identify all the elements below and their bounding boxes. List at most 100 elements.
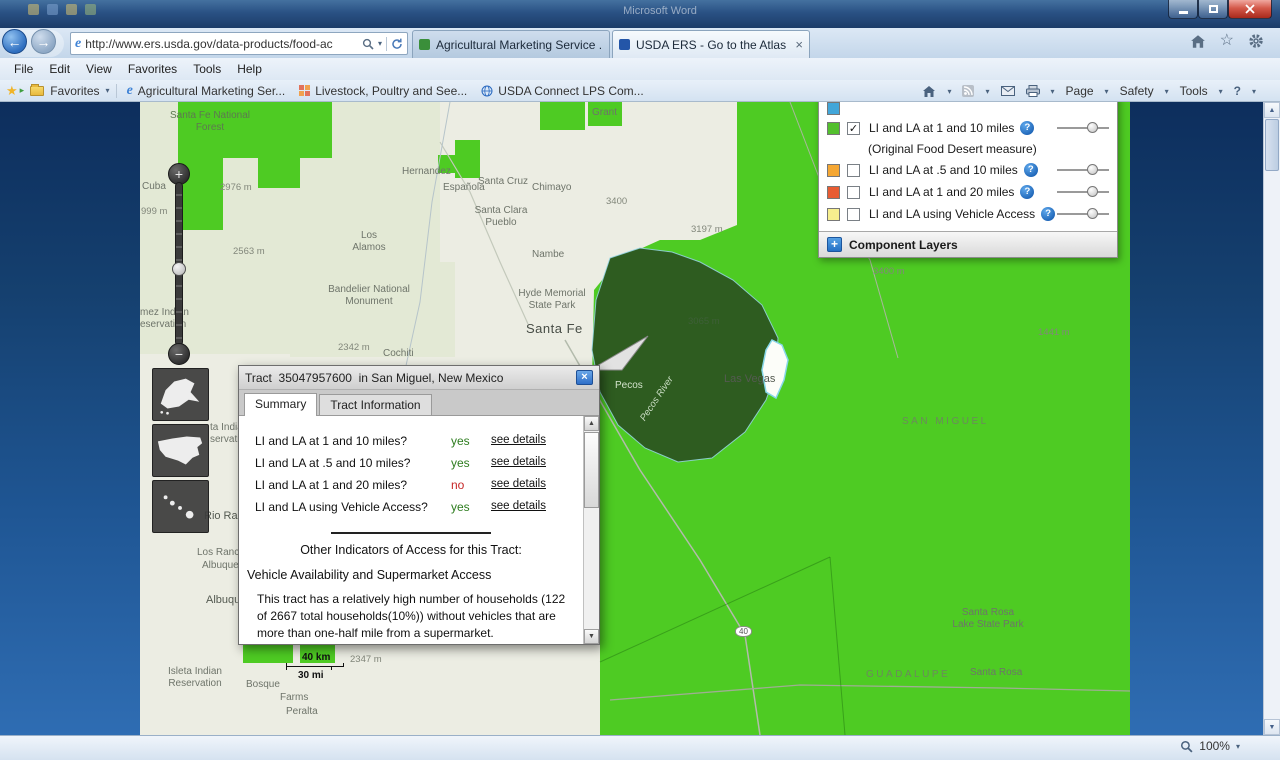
layer-help-icon[interactable]: ? xyxy=(1020,121,1034,135)
menu-help[interactable]: Help xyxy=(229,60,270,78)
tab-summary[interactable]: Summary xyxy=(244,393,317,416)
address-bar[interactable]: e http://www.ers.usda.gov/data-products/… xyxy=(70,32,408,55)
favorite-item-livestock[interactable]: Livestock, Poultry and See... xyxy=(295,84,471,98)
expand-plus-icon[interactable]: + xyxy=(827,237,842,252)
see-details-link[interactable]: see details xyxy=(491,500,546,512)
address-dropdown-icon[interactable]: ▾ xyxy=(378,39,382,48)
zoom-dropdown-icon[interactable]: ▾ xyxy=(1236,742,1240,751)
map-label: Bandelier National Monument xyxy=(328,284,410,308)
zoom-handle[interactable] xyxy=(172,262,186,276)
menu-favorites[interactable]: Favorites xyxy=(120,60,185,78)
home-icon[interactable] xyxy=(922,85,936,98)
page-dropdown-icon[interactable]: ▾ xyxy=(1105,87,1109,96)
slider-handle[interactable] xyxy=(1087,186,1098,197)
layer-checkbox[interactable] xyxy=(847,186,860,199)
tab-agricultural-marketing-service[interactable]: Agricultural Marketing Service ... xyxy=(412,30,610,58)
indicator-answer: yes xyxy=(451,500,470,514)
layer-sublabel: (Original Food Desert measure) xyxy=(819,139,1117,159)
forward-icon: → xyxy=(37,34,51,50)
alaska-icon xyxy=(153,369,208,420)
menu-edit[interactable]: Edit xyxy=(41,60,78,78)
favorites-dropdown-icon[interactable]: ▾ xyxy=(106,86,110,95)
close-window-button[interactable] xyxy=(1228,0,1272,19)
component-layers-header[interactable]: + Component Layers xyxy=(819,231,1117,257)
zoom-out-button[interactable]: − xyxy=(168,343,190,365)
scroll-up-button[interactable]: ▲ xyxy=(1264,102,1280,118)
page-scrollbar[interactable]: ▲ ▼ xyxy=(1263,102,1280,735)
back-button[interactable]: ← xyxy=(2,29,27,54)
favorites-label[interactable]: Favorites xyxy=(50,84,99,98)
elevation-label: 999 m xyxy=(141,206,167,217)
rss-feed-icon[interactable] xyxy=(962,85,974,97)
tools-menu[interactable]: Tools xyxy=(1180,84,1208,98)
menu-file[interactable]: File xyxy=(6,60,41,78)
print-dropdown-icon[interactable]: ▾ xyxy=(1051,87,1055,96)
layer-checkbox[interactable]: ✓ xyxy=(847,122,860,135)
layer-help-icon[interactable]: ? xyxy=(1041,207,1055,221)
settings-gear-icon[interactable] xyxy=(1248,33,1264,49)
indicator-answer: no xyxy=(451,478,464,492)
forward-button[interactable]: → xyxy=(31,29,56,54)
mail-icon[interactable] xyxy=(1001,86,1015,96)
page-menu[interactable]: Page xyxy=(1066,84,1094,98)
see-details-link[interactable]: see details xyxy=(491,456,546,468)
scrollbar-thumb[interactable] xyxy=(1265,119,1279,171)
scroll-up-button[interactable]: ▲ xyxy=(584,416,599,431)
safety-menu[interactable]: Safety xyxy=(1120,84,1154,98)
map[interactable]: Santa Fe National Forest Grant Cuba 2976… xyxy=(140,102,1130,735)
layer-opacity-slider[interactable] xyxy=(1057,207,1109,221)
favorites-star-icon[interactable]: ☆ xyxy=(1220,33,1234,49)
slider-handle[interactable] xyxy=(1087,122,1098,133)
usa-view-button[interactable] xyxy=(152,424,209,477)
scroll-down-button[interactable]: ▼ xyxy=(584,629,599,644)
indicator-answer: yes xyxy=(451,434,470,448)
url-text[interactable]: http://www.ers.usda.gov/data-products/fo… xyxy=(85,37,358,51)
popup-scrollbar[interactable]: ▲ ▼ xyxy=(583,416,599,644)
layer-checkbox[interactable] xyxy=(847,208,860,221)
menu-tools[interactable]: Tools xyxy=(185,60,229,78)
layer-help-icon[interactable]: ? xyxy=(1020,185,1034,199)
layer-checkbox[interactable] xyxy=(847,164,860,177)
layer-opacity-slider[interactable] xyxy=(1057,121,1109,135)
layer-opacity-slider[interactable] xyxy=(1057,163,1109,177)
alaska-view-button[interactable] xyxy=(152,368,209,421)
rss-dropdown-icon[interactable]: ▾ xyxy=(985,87,989,96)
scroll-down-button[interactable]: ▼ xyxy=(1264,719,1280,735)
see-details-link[interactable]: see details xyxy=(491,478,546,490)
slider-handle[interactable] xyxy=(1087,164,1098,175)
food-desert-tract[interactable] xyxy=(540,102,585,130)
favorite-label: Livestock, Poultry and See... xyxy=(315,84,467,98)
popup-close-button[interactable]: × xyxy=(576,370,593,385)
food-desert-tract[interactable] xyxy=(258,158,300,188)
minimize-icon xyxy=(1179,11,1188,14)
favorite-item-usda-connect[interactable]: USDA Connect LPS Com... xyxy=(477,84,647,98)
menu-view[interactable]: View xyxy=(78,60,120,78)
favorite-item-ams[interactable]: e Agricultural Marketing Ser... xyxy=(123,83,290,99)
maximize-button[interactable] xyxy=(1198,0,1228,19)
add-favorite-icon[interactable]: ★ xyxy=(6,84,18,97)
refresh-icon[interactable] xyxy=(391,38,403,50)
elevation-label: 2563 m xyxy=(233,246,265,257)
help-dropdown-icon[interactable]: ▾ xyxy=(1252,87,1256,96)
home-icon[interactable] xyxy=(1190,34,1206,49)
tab-label: USDA ERS - Go to the Atlas xyxy=(636,38,789,52)
safety-dropdown-icon[interactable]: ▾ xyxy=(1165,87,1169,96)
indicator-question: LI and LA at 1 and 10 miles? xyxy=(255,434,407,448)
tab-tract-information[interactable]: Tract Information xyxy=(319,394,431,415)
page-zoom-control[interactable]: 100% ▾ xyxy=(1180,739,1240,753)
search-icon[interactable] xyxy=(362,38,374,50)
see-details-link[interactable]: see details xyxy=(491,434,546,446)
layer-help-icon[interactable]: ? xyxy=(1024,163,1038,177)
tab-usda-ers-atlas[interactable]: USDA ERS - Go to the Atlas × xyxy=(612,30,810,58)
hawaii-view-button[interactable] xyxy=(152,480,209,533)
tab-close-icon[interactable]: × xyxy=(795,39,803,51)
tools-dropdown-icon[interactable]: ▾ xyxy=(1219,87,1223,96)
help-icon[interactable]: ? xyxy=(1234,84,1241,98)
home-dropdown-icon[interactable]: ▾ xyxy=(947,87,951,96)
scrollbar-thumb[interactable] xyxy=(584,432,599,508)
favorites-bar: ★▸ Favorites ▾ e Agricultural Marketing … xyxy=(0,80,1280,102)
print-icon[interactable] xyxy=(1026,85,1040,97)
layer-opacity-slider[interactable] xyxy=(1057,185,1109,199)
slider-handle[interactable] xyxy=(1087,208,1098,219)
minimize-button[interactable] xyxy=(1168,0,1198,19)
